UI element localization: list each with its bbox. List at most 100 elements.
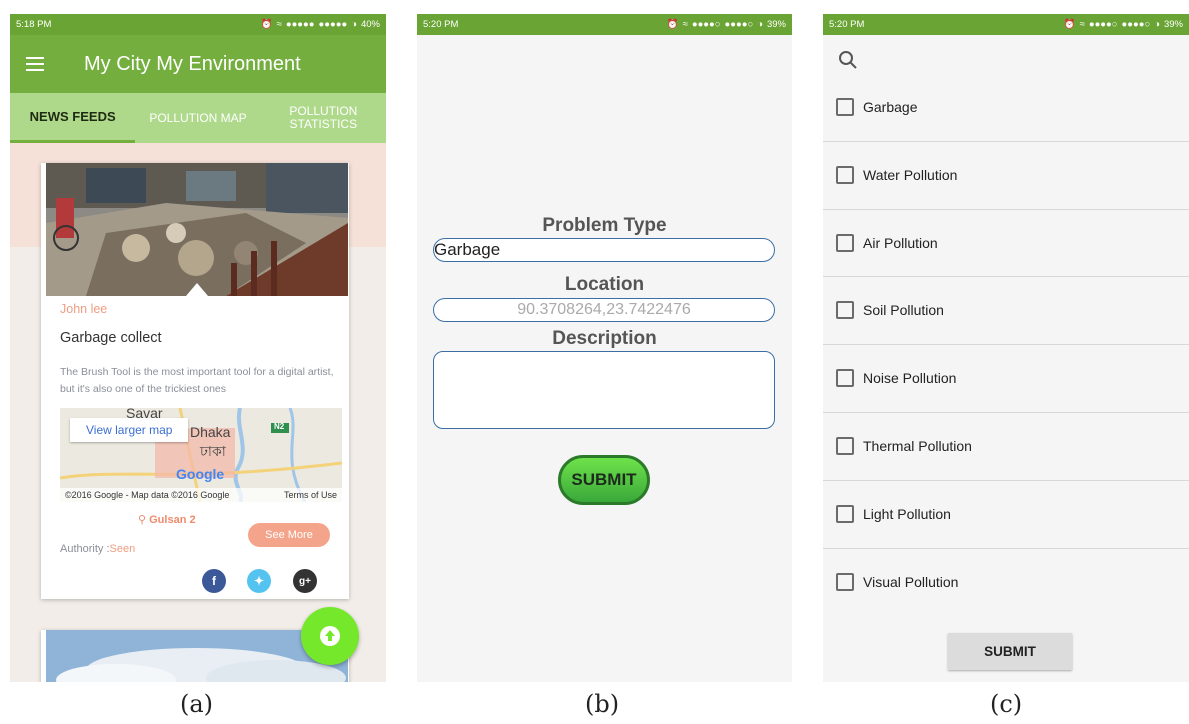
option-label: Thermal Pollution — [863, 437, 972, 454]
problem-type-list: Garbage Water Pollution Air Pollution So… — [823, 74, 1189, 616]
checkbox[interactable] — [836, 436, 854, 455]
option-visual-pollution[interactable]: Visual Pollution — [823, 549, 1189, 617]
search-button[interactable] — [837, 49, 859, 76]
news-photo — [46, 163, 348, 296]
alarm-icon: ⏰ — [666, 19, 679, 30]
alarm-icon: ⏰ — [1063, 19, 1076, 30]
caption-c: (c) — [990, 690, 1023, 718]
road-badge: N2 — [274, 422, 285, 431]
menu-icon[interactable] — [26, 57, 44, 71]
option-soil-pollution[interactable]: Soil Pollution — [823, 277, 1189, 346]
arrow-up-icon — [320, 626, 340, 646]
battery-level: 40% — [360, 19, 380, 30]
option-noise-pollution[interactable]: Noise Pollution — [823, 345, 1189, 413]
option-garbage[interactable]: Garbage — [823, 74, 1189, 142]
tab-pollution-statistics[interactable]: POLLUTION STATISTICS — [261, 93, 386, 143]
status-icons: ⏰ ≈ ●●●●○ ●●●●○ ◑ 39% — [1064, 19, 1183, 30]
caption-b: (b) — [585, 690, 620, 718]
signal-icon: ●●●●○ — [1088, 19, 1118, 30]
author-name: John lee — [60, 302, 108, 316]
location-pin-icon: ⚲ — [138, 514, 147, 526]
battery-icon: ◑ — [351, 19, 357, 30]
description-label: Description — [552, 328, 657, 349]
wifi-icon: ≈ — [276, 19, 282, 30]
signal-icon-2: ●●●●● — [318, 19, 348, 30]
news-card[interactable]: John lee Garbage collect The Brush Tool … — [41, 163, 349, 599]
status-bar: 5:20 PM ⏰ ≈ ●●●●○ ●●●●○ ◑ 39% — [417, 14, 792, 35]
caption-a: (a) — [180, 690, 214, 718]
map-label-dhaka: Dhaka — [190, 424, 231, 440]
option-thermal-pollution[interactable]: Thermal Pollution — [823, 413, 1189, 481]
authority-value: Seen — [109, 543, 136, 555]
signal-icon: ●●●●○ — [691, 19, 721, 30]
terms-link[interactable]: Terms of Use — [284, 490, 337, 500]
report-form: Problem Type Garbage Location 90.3708264… — [417, 35, 792, 682]
option-label: Light Pollution — [863, 505, 951, 522]
location-label: ⚲ Gulsan 2 — [138, 513, 196, 526]
screen-problem-type-select: 5:20 PM ⏰ ≈ ●●●●○ ●●●●○ ◑ 39% Garbage Wa… — [823, 14, 1189, 682]
location-label: Location — [564, 274, 645, 295]
location-map[interactable]: Savar Dhaka ঢাকা N2 View larger map Goog… — [60, 408, 342, 502]
problem-type-field[interactable]: Garbage — [433, 238, 775, 262]
problem-type-label: Problem Type — [542, 215, 667, 236]
news-description: The Brush Tool is the most important too… — [60, 366, 334, 395]
status-icons: ⏰ ≈ ●●●●● ●●●●● ◑ 40% — [261, 19, 380, 30]
battery-icon: ◑ — [757, 19, 763, 30]
option-air-pollution[interactable]: Air Pollution — [823, 210, 1189, 278]
submit-button[interactable]: SUBMIT — [948, 633, 1072, 670]
wifi-icon: ≈ — [1079, 19, 1085, 30]
scroll-up-button[interactable] — [301, 607, 359, 665]
option-label: Visual Pollution — [863, 573, 959, 590]
option-label: Noise Pollution — [863, 370, 957, 387]
checkbox[interactable] — [836, 504, 854, 523]
map-copyright: ©2016 Google - Map data ©2016 Google — [65, 490, 230, 500]
option-light-pollution[interactable]: Light Pollution — [823, 481, 1189, 549]
checkbox[interactable] — [836, 165, 854, 184]
battery-level: 39% — [1163, 19, 1183, 30]
news-feed-list[interactable]: John lee Garbage collect The Brush Tool … — [10, 143, 386, 682]
view-larger-map-link[interactable]: View larger map — [70, 418, 189, 442]
map-label-dhaka-bn: ঢাকা — [200, 443, 226, 459]
tab-bar: NEWS FEEDS POLLUTION MAP POLLUTION STATI… — [10, 93, 386, 143]
checkbox[interactable] — [836, 369, 854, 388]
screen-news-feed: 5:18 PM ⏰ ≈ ●●●●● ●●●●● ◑ 40% My City My… — [10, 14, 386, 682]
submit-button[interactable]: SUBMIT — [558, 455, 650, 505]
status-bar: 5:20 PM ⏰ ≈ ●●●●○ ●●●●○ ◑ 39% — [823, 14, 1189, 35]
news-title: Garbage collect — [60, 330, 162, 346]
option-label: Water Pollution — [863, 166, 958, 183]
checkbox[interactable] — [836, 572, 854, 591]
status-time: 5:18 PM — [16, 19, 52, 30]
location-field[interactable]: 90.3708264,23.7422476 — [433, 298, 775, 322]
status-bar: 5:18 PM ⏰ ≈ ●●●●● ●●●●● ◑ 40% — [10, 14, 386, 35]
google-logo: Google — [176, 466, 225, 482]
option-water-pollution[interactable]: Water Pollution — [823, 142, 1189, 210]
authority-status: Authority :Seen — [60, 543, 135, 555]
tab-pollution-map[interactable]: POLLUTION MAP — [135, 93, 260, 143]
location-text: Gulsan 2 — [149, 514, 196, 526]
alarm-icon: ⏰ — [260, 19, 273, 30]
map-attribution: ©2016 Google - Map data ©2016 Google Ter… — [60, 488, 342, 502]
status-time: 5:20 PM — [829, 19, 865, 30]
status-icons: ⏰ ≈ ●●●●○ ●●●●○ ◑ 39% — [667, 19, 786, 30]
option-label: Garbage — [863, 99, 918, 115]
option-label: Soil Pollution — [863, 302, 944, 319]
tab-news-feeds[interactable]: NEWS FEEDS — [10, 93, 136, 143]
status-time: 5:20 PM — [423, 19, 459, 30]
app-title: My City My Environment — [84, 52, 301, 75]
checkbox[interactable] — [836, 98, 854, 116]
option-label: Air Pollution — [863, 234, 938, 251]
wifi-icon: ≈ — [682, 19, 688, 30]
battery-level: 39% — [766, 19, 786, 30]
signal-icon-2: ●●●●○ — [1121, 19, 1151, 30]
authority-label: Authority : — [60, 543, 110, 555]
checkbox[interactable] — [836, 301, 854, 320]
app-bar: My City My Environment — [10, 35, 386, 93]
facebook-icon[interactable]: f — [202, 569, 226, 593]
twitter-icon[interactable]: ✦ — [247, 569, 271, 593]
signal-icon: ●●●●● — [285, 19, 315, 30]
see-more-button[interactable]: See More — [248, 523, 330, 547]
checkbox[interactable] — [836, 233, 854, 252]
description-field[interactable] — [433, 351, 775, 429]
google-plus-icon[interactable]: g+ — [293, 569, 317, 593]
search-icon — [839, 51, 857, 69]
